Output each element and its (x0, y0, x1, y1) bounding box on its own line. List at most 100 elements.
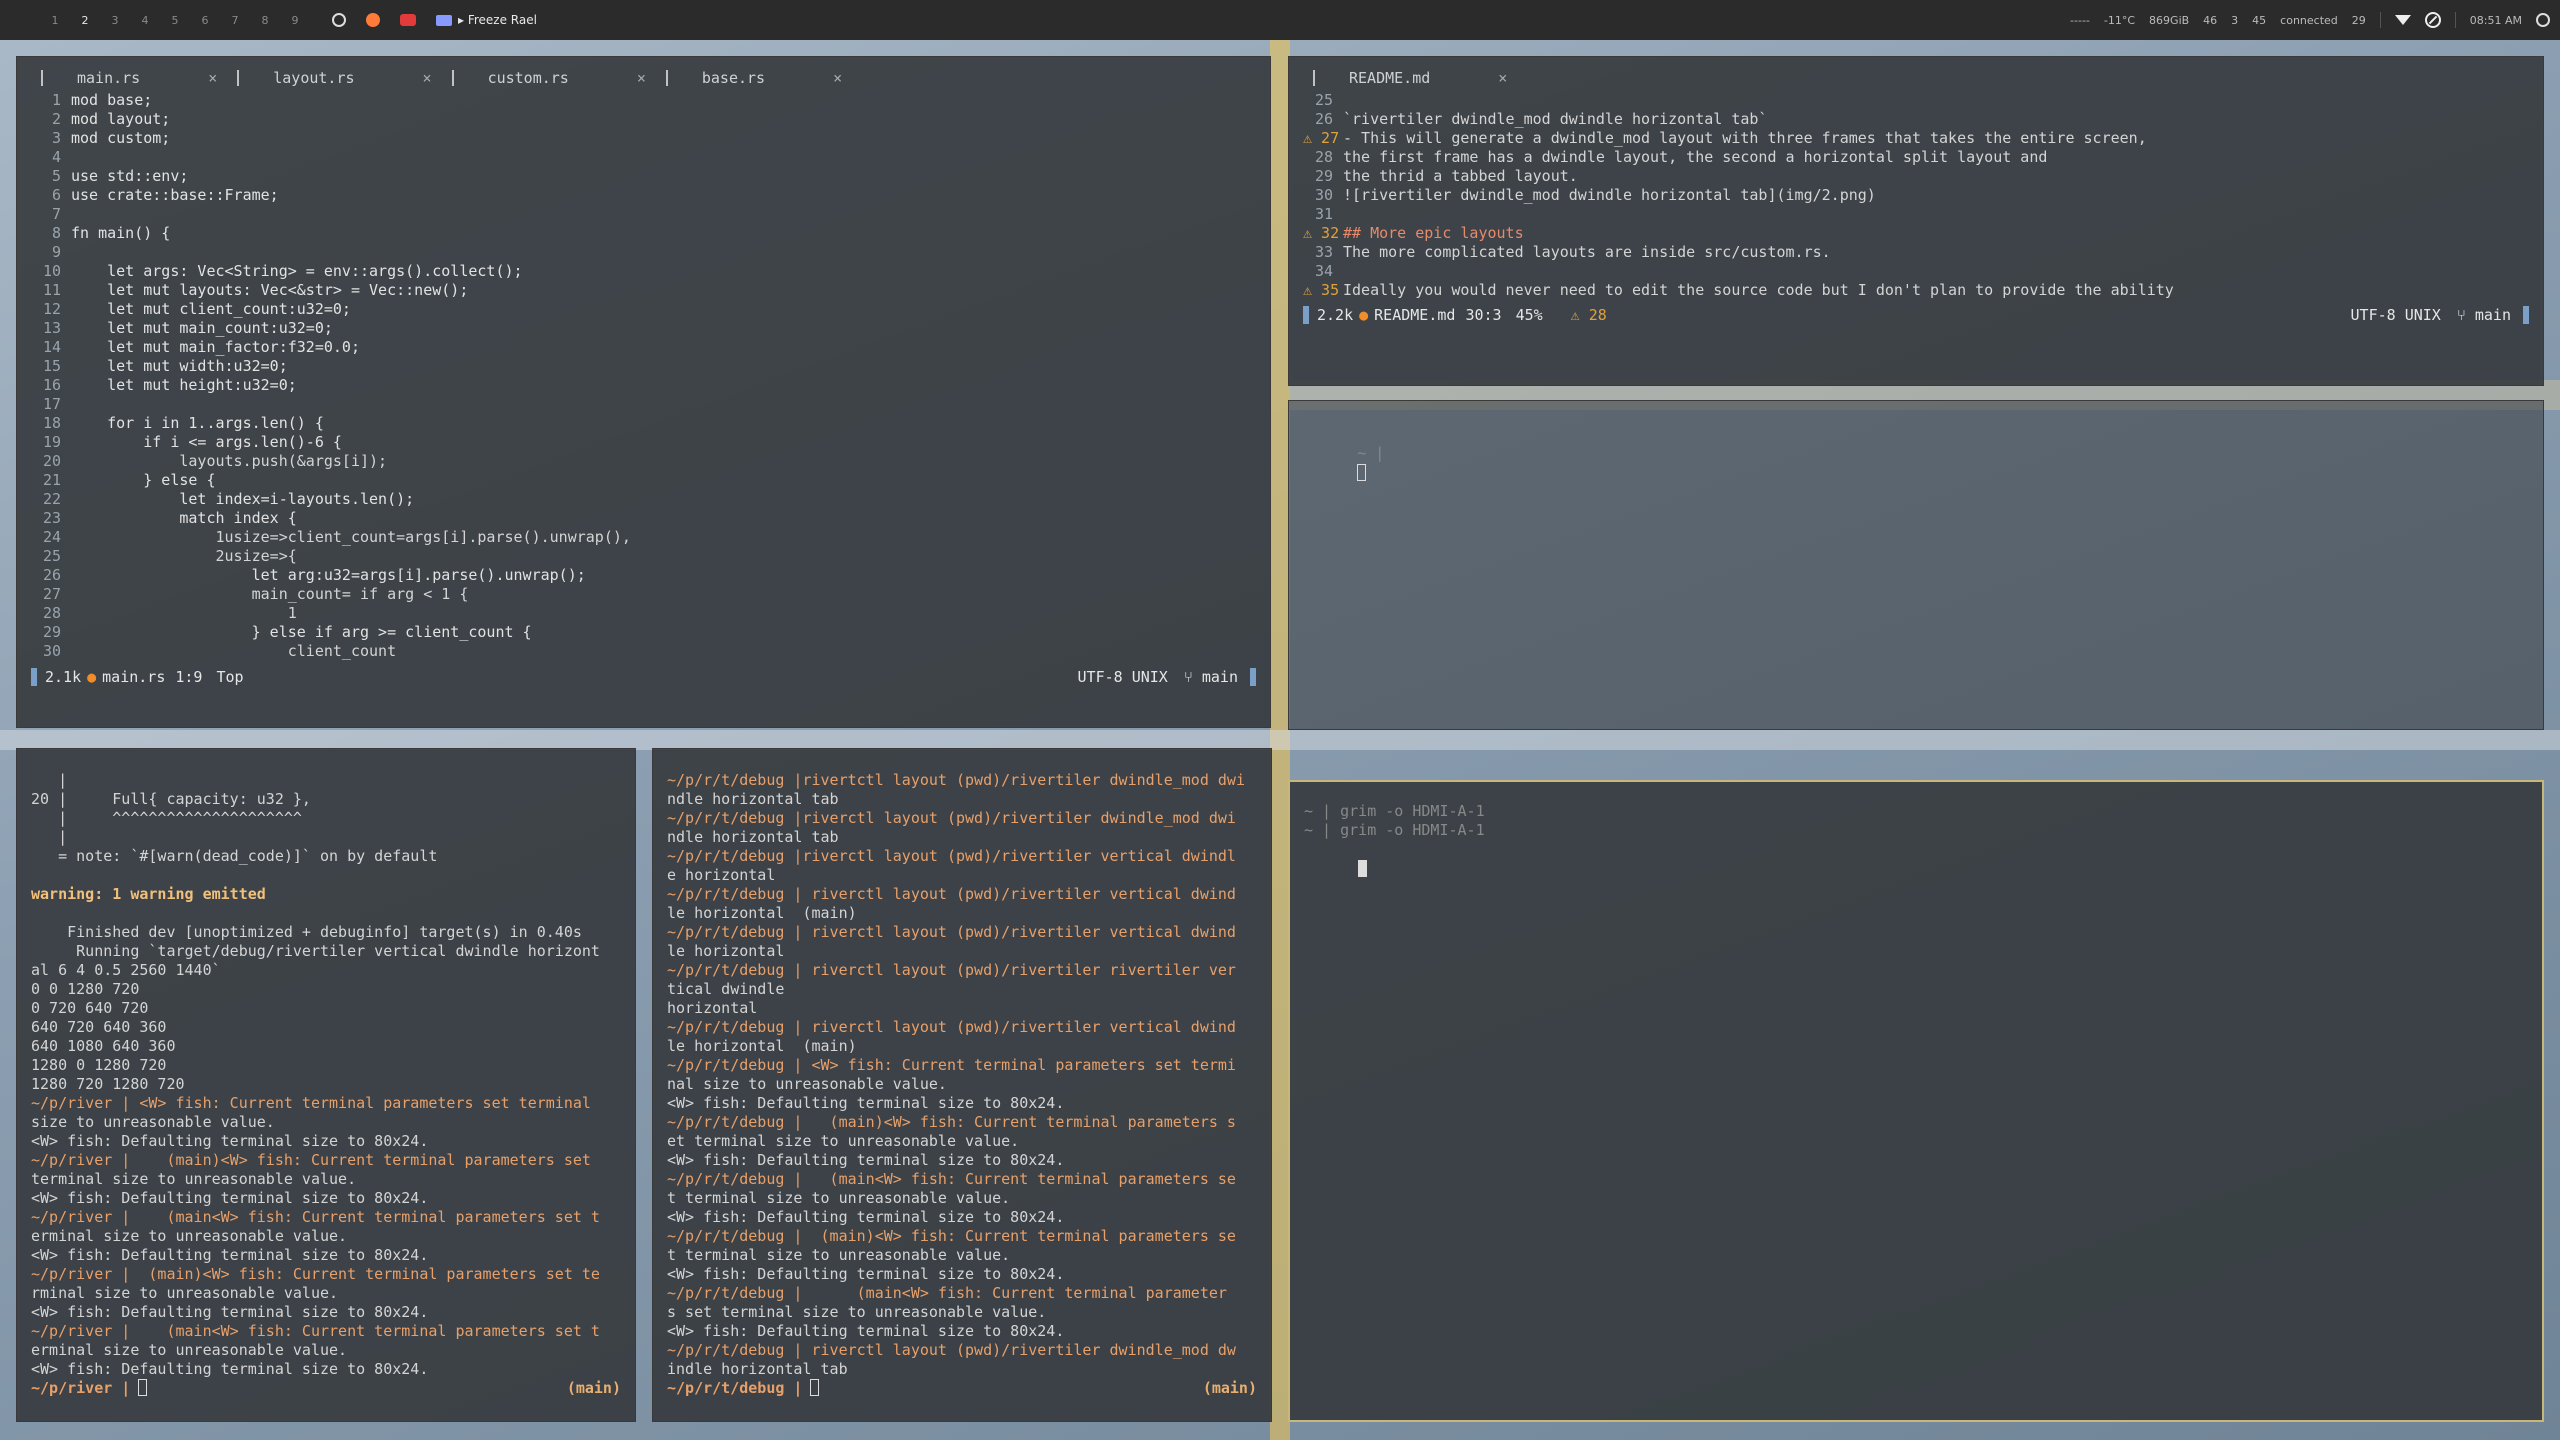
tab-main-rs[interactable]: main.rs × (31, 69, 227, 87)
code-line: 8 fn main() { (31, 224, 1256, 243)
code-line: 25 (1303, 91, 2529, 110)
tab-readme-md[interactable]: README.md × (1303, 69, 1517, 87)
wifi-icon[interactable] (2394, 15, 2411, 25)
terminal-output-line: <W> fish: Defaulting terminal size to 80… (667, 1094, 1065, 1112)
line-number: 16 (42, 376, 61, 394)
line-number: 29 (42, 623, 61, 641)
line-number: 21 (42, 471, 61, 489)
editor-tabline: README.md × (1303, 67, 2529, 89)
file-size: 2.2k (1317, 306, 1354, 324)
terminal-output-line: <W> fish: Defaulting terminal size to 80… (31, 1303, 429, 1321)
terminal-output-line: = note: `#[warn(dead_code)]` on by defau… (31, 847, 438, 865)
workspace-tag-1[interactable]: 1 (40, 14, 70, 27)
workspace-tag-7[interactable]: 7 (220, 14, 250, 27)
code-line: 11 let mut layouts: Vec<&str> = Vec::new… (31, 281, 1256, 300)
tab-base-rs[interactable]: base.rs × (656, 69, 852, 87)
workspace-tag-2[interactable]: 2 (70, 14, 100, 27)
terminal-output-line: <W> fish: Defaulting terminal size to 80… (31, 1246, 429, 1264)
code-buffer[interactable]: 25 26 `rivertiler dwindle_mod dwindle hori… (1303, 91, 2529, 300)
code-line: 26 let arg:u32=args[i].parse().unwrap(); (31, 566, 1256, 585)
line-number: 30 (1314, 186, 1333, 204)
terminal-output-line: 1280 0 1280 720 (31, 1056, 167, 1074)
terminal-output-line: <W> fish: Defaulting terminal size to 80… (667, 1208, 1065, 1226)
editor-window-main[interactable]: main.rs × layout.rs × custom.rs × base.r… (16, 56, 1271, 728)
code-text: main_count= if arg < 1 { (71, 585, 469, 603)
reddit-icon[interactable] (366, 13, 380, 27)
github-icon[interactable] (332, 13, 346, 27)
code-text: ![rivertiler dwindle_mod dwindle horizon… (1343, 186, 1876, 204)
terminal-output-line: le horizontal (main) (667, 1037, 857, 1055)
line-number: 9 (51, 243, 61, 261)
terminal-history-line: ~ | grim -o HDMI-A-1 (1304, 802, 1485, 820)
code-text: match index { (71, 509, 297, 527)
workspace-tag-8[interactable]: 8 (250, 14, 280, 27)
terminal-output-line: ~/p/r/t/debug |rivertctl layout (pwd)/ri… (667, 771, 1245, 789)
workspace-tag-4[interactable]: 4 (130, 14, 160, 27)
git-branch: ⑂ main (2456, 306, 2511, 324)
disk-indicator: 869GiB (2149, 13, 2190, 27)
workspace-tag-3[interactable]: 3 (100, 14, 130, 27)
mail-icon[interactable] (436, 14, 452, 26)
code-text: mod custom; (71, 129, 171, 147)
line-number: 10 (42, 262, 61, 280)
code-text: let mut height:u32=0; (71, 376, 297, 394)
close-icon[interactable]: × (637, 69, 646, 87)
dnd-icon[interactable] (2424, 12, 2441, 28)
vpn-indicator[interactable]: connected (2280, 14, 2338, 27)
text-cursor (138, 1379, 148, 1396)
code-line: 7 (31, 205, 1256, 224)
tab-custom-rs[interactable]: custom.rs × (442, 69, 656, 87)
close-icon[interactable]: × (833, 69, 842, 87)
terminal-window-grim[interactable]: ~ | grim -o HDMI-A-1 ~ | grim -o HDMI-A-… (1288, 780, 2544, 1422)
terminal-output-line: indle horizontal tab (667, 1360, 848, 1378)
terminal-output-line: ~/p/r/t/debug | riverctl layout (pwd)/ri… (667, 923, 1236, 941)
terminal-output-line: ~/p/r/t/debug | riverctl layout (pwd)/ri… (667, 1341, 1236, 1359)
code-buffer[interactable]: 1 mod base; 2 mod layout; 3 mod custom; 4 5 use … (31, 91, 1256, 661)
terminal-output-line: ~/p/r/t/debug | (main)<W> fish: Current … (667, 1113, 1236, 1131)
code-line: 34 (1303, 262, 2529, 281)
line-number: 5 (51, 167, 61, 185)
code-line: 2 mod layout; (31, 110, 1256, 129)
terminal-window-empty[interactable]: ~ | (1288, 400, 2544, 730)
close-icon[interactable]: × (208, 69, 217, 87)
terminal-output-line: tical dwindle (667, 980, 785, 998)
mode-indicator (31, 668, 37, 686)
line-number: 26 (1314, 110, 1333, 128)
tab-divider (41, 70, 43, 86)
git-branch: (main) (566, 1379, 621, 1397)
statusline-end (2523, 306, 2529, 324)
media-player-label[interactable]: ▸ Freeze Rael (458, 13, 537, 27)
terminal-output-line: size to unreasonable value. (31, 1113, 275, 1131)
code-text: 1usize=>client_count=args[i].parse().unw… (71, 528, 631, 546)
workspace-tag-9[interactable]: 9 (280, 14, 310, 27)
workspace-tag-6[interactable]: 6 (190, 14, 220, 27)
prompt: ~/p/r/t/debug | (667, 1379, 803, 1397)
warning-count: ⚠ 28 (1570, 306, 1607, 324)
terminal-output-line: t terminal size to unreasonable value. (667, 1246, 1011, 1264)
terminal-window-debug[interactable]: ~/p/r/t/debug |rivertctl layout (pwd)/ri… (652, 748, 1272, 1422)
editor-window-readme[interactable]: README.md × 25 26 `rivertiler dwindle_mod … (1288, 56, 2544, 386)
audio-indicator[interactable]: ----- (2070, 14, 2090, 27)
line-number: 3 (51, 129, 61, 147)
workspace-tag-5[interactable]: 5 (160, 14, 190, 27)
close-icon[interactable]: × (423, 69, 432, 87)
terminal-window-cargo[interactable]: | 20 | Full{ capacity: u32 }, | ^^^^^^^^^… (16, 748, 636, 1422)
terminal-output-line: ~/p/river | (main)<W> fish: Current term… (31, 1151, 591, 1169)
terminal-output-line: 0 0 1280 720 (31, 980, 140, 998)
power-icon[interactable] (2536, 13, 2550, 27)
code-text: 1 (71, 604, 297, 622)
tab-divider (451, 70, 454, 86)
terminal-output-line: s set terminal size to unreasonable valu… (667, 1303, 1047, 1321)
clock[interactable]: 08:51 AM (2470, 14, 2522, 27)
text-cursor (810, 1379, 820, 1396)
tab-label: README.md (1349, 69, 1431, 87)
file-encoding: UTF-8 UNIX (1077, 668, 1168, 686)
close-icon[interactable]: × (1498, 69, 1507, 87)
tab-layout-rs[interactable]: layout.rs × (227, 69, 441, 87)
code-line: 16 let mut height:u32=0; (31, 376, 1256, 395)
youtube-icon[interactable] (400, 14, 416, 26)
mode-indicator (1303, 306, 1309, 324)
network-indicator: 45 (2252, 13, 2267, 27)
code-line: 3 mod custom; (31, 129, 1256, 148)
